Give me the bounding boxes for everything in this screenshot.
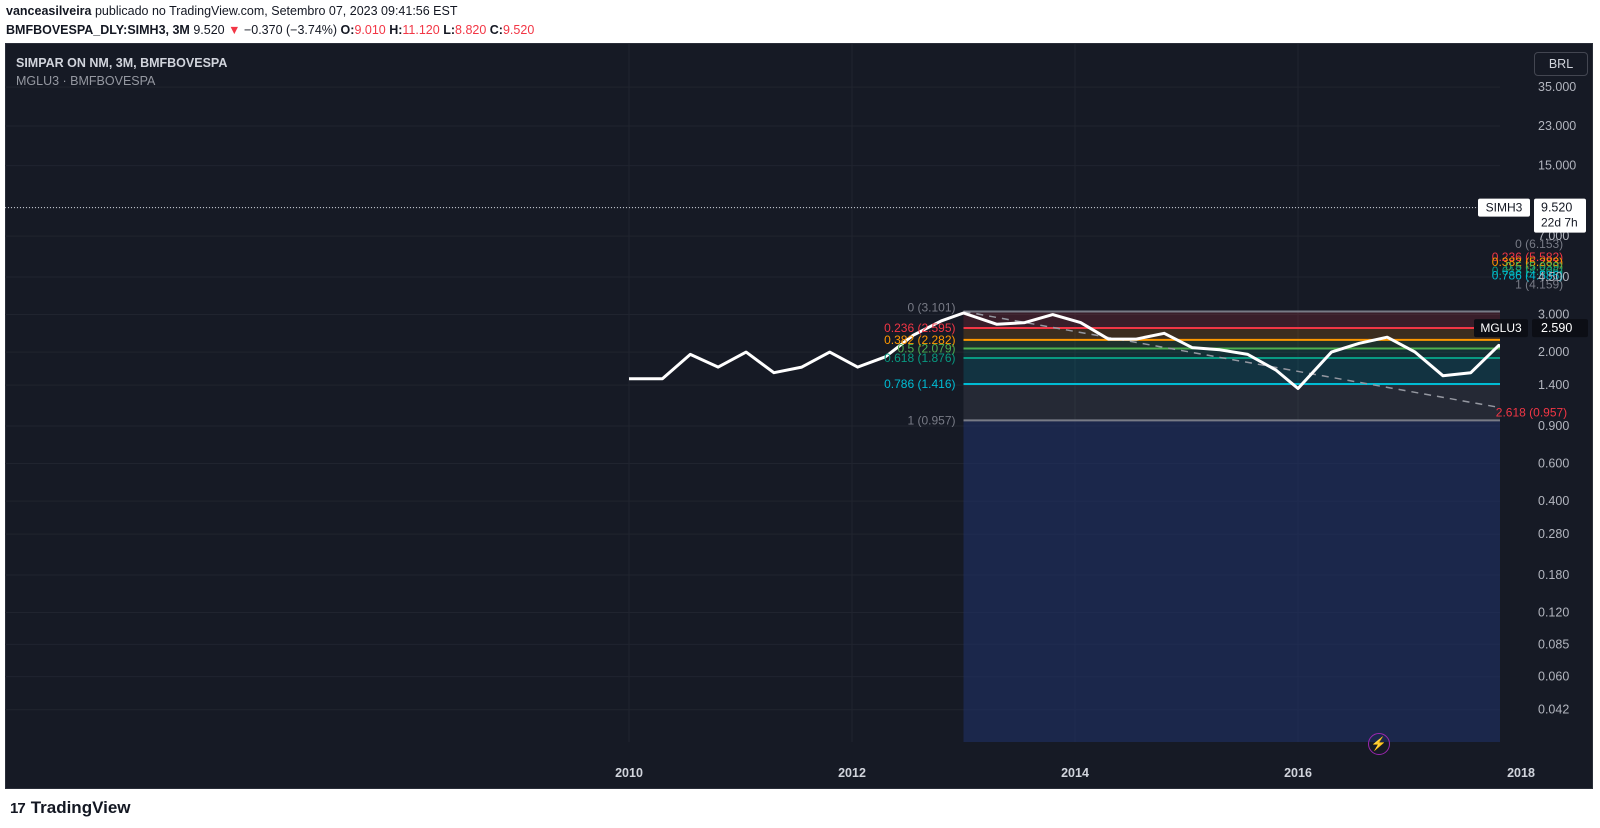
y-axis-tick-label: 0.060 (1538, 670, 1569, 684)
projection-box (1571, 317, 1600, 742)
y-axis-tick-label: 0.600 (1538, 457, 1569, 471)
y-axis-tick-label: 1.400 (1538, 378, 1569, 392)
fib-band (963, 339, 1500, 349)
y-axis-tick-label: 0.042 (1538, 703, 1569, 717)
y-axis-tick-label: 0.900 (1538, 419, 1569, 433)
retrace-guide (1571, 248, 1600, 284)
brand-name: TradingView (30, 798, 131, 817)
price-chart[interactable]: 0 (3.101)0.236 (2.595)0.382 (2.282)0.5 (… (0, 0, 1600, 828)
symbol-tag-text: SIMH3 (1486, 201, 1523, 215)
fib-band (963, 384, 1500, 421)
fib-band (1571, 257, 1600, 262)
fib-level-label: 0.618 (1.876) (884, 351, 955, 365)
fib-level-label: 1 (0.957) (907, 413, 955, 427)
x-axis-tick-label: 2012 (838, 766, 866, 780)
compare-price-tag-value: 2.590 (1541, 321, 1572, 335)
angle-arc (1593, 389, 1600, 420)
projection-box (1571, 284, 1600, 317)
tradingview-brand[interactable]: 17 TradingView (10, 798, 131, 818)
x-axis-tick-label: 2010 (615, 766, 643, 780)
projection-box (963, 420, 1500, 742)
fib-level-label: 0.786 (1.416) (884, 377, 955, 391)
y-axis-tick-label: 23.000 (1538, 119, 1576, 133)
x-axis-tick-label: 2018 (1507, 766, 1535, 780)
x-axis-tick-label: 2016 (1284, 766, 1312, 780)
fib-band (1571, 262, 1600, 266)
compare-symbol-tag-text: MGLU3 (1480, 321, 1522, 335)
fib-level-label: 2.618 (0.957) (1496, 405, 1567, 419)
main-series-legend[interactable]: SIMPAR ON NM, 3M, BMFBOVESPA (16, 56, 227, 70)
fib-band (1571, 248, 1600, 257)
y-axis-tick-label: 4.500 (1538, 270, 1569, 284)
compare-series-legend[interactable]: MGLU3 · BMFBOVESPA (16, 74, 155, 88)
fib-band (963, 348, 1500, 359)
currency-button[interactable]: BRL (1534, 52, 1588, 76)
y-axis-tick-label: 15.000 (1538, 159, 1576, 173)
y-axis-tick-label: 0.180 (1538, 568, 1569, 582)
lightning-icon[interactable]: ⚡ (1368, 733, 1390, 755)
y-axis-tick-label: 0.280 (1538, 527, 1569, 541)
y-axis-tick-label: 2.000 (1538, 345, 1569, 359)
y-axis-tick-label: 0.120 (1538, 606, 1569, 620)
last-price-tag: SIMH3 9.52022d 7h (1478, 198, 1586, 233)
tradingview-logo-icon: 17 (10, 799, 26, 817)
y-axis-tick-label: 35.000 (1538, 80, 1576, 94)
x-axis-tick-label: 2014 (1061, 766, 1089, 780)
y-axis-tick-label: 0.400 (1538, 494, 1569, 508)
plot-area (5, 44, 1600, 742)
price-tag-countdown: 22d 7h (1541, 216, 1578, 230)
fib-band (1571, 267, 1600, 271)
fib-level-label: 0 (3.101) (907, 300, 955, 314)
price-tag-value: 9.520 (1541, 201, 1572, 215)
fib-band (1571, 275, 1600, 284)
y-axis-tick-label: 0.085 (1538, 637, 1569, 651)
fib-band (1571, 271, 1600, 275)
